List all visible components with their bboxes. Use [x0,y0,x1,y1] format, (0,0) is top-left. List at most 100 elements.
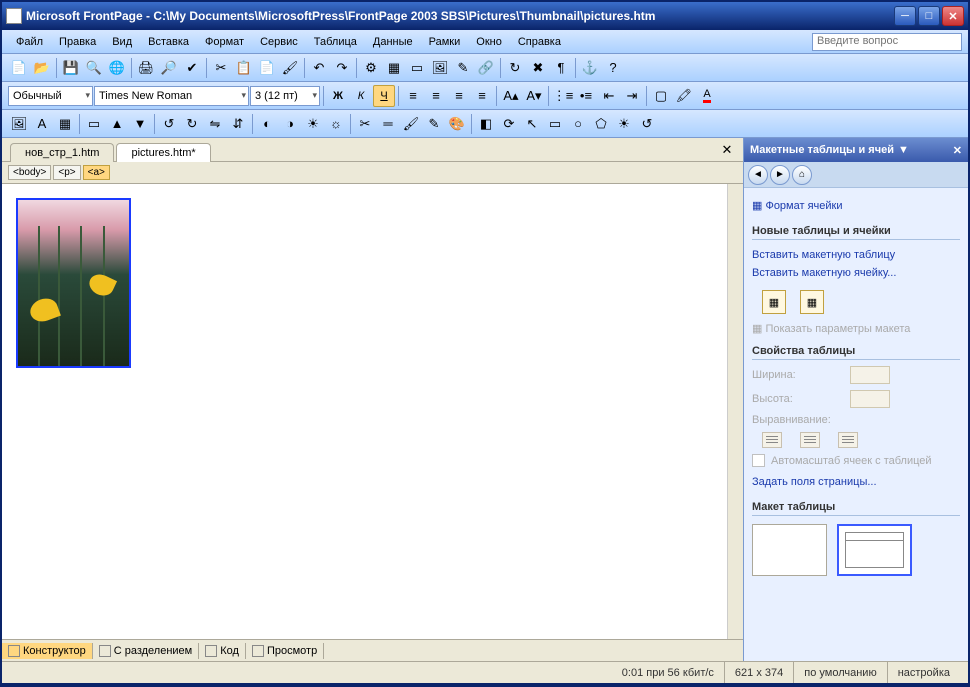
tab-new-page[interactable]: нов_стр_1.htm [10,143,114,162]
menu-window[interactable]: Окно [468,33,510,51]
crop-button[interactable]: ✂ [354,113,376,135]
nav-forward-button[interactable]: ► [770,165,790,185]
menu-file[interactable]: Файл [8,33,51,51]
align-right-button[interactable]: ≡ [448,85,470,107]
spellcheck-button[interactable]: ✔ [181,57,203,79]
status-custom[interactable]: настройка [887,662,960,683]
less-brightness-button[interactable]: ☼ [325,113,347,135]
vertical-scrollbar[interactable] [727,184,743,639]
rect-hotspot-button[interactable]: ▭ [544,113,566,135]
dropdown-icon[interactable]: ▼ [898,144,909,156]
refresh-button[interactable]: ↻ [504,57,526,79]
align-center-button[interactable]: ≡ [425,85,447,107]
menu-view[interactable]: Вид [104,33,140,51]
task-pane-header[interactable]: Макетные таблицы и ячей ▼ ✕ [744,138,968,162]
borders-button[interactable]: ▢ [650,85,672,107]
more-contrast-button[interactable]: ◐ [256,113,278,135]
picture-button[interactable]: 🖼 [429,57,451,79]
view-split[interactable]: С разделением [93,643,200,659]
rotate-left-button[interactable]: ↺ [158,113,180,135]
less-contrast-button[interactable]: ◑ [279,113,301,135]
menu-format[interactable]: Формат [197,33,252,51]
line-style-button[interactable]: ═ [377,113,399,135]
resample-button[interactable]: ⟳ [498,113,520,135]
decrease-indent-button[interactable]: ⇤ [598,85,620,107]
layout-template-1[interactable] [752,524,827,576]
new-button[interactable]: 📄 [8,57,30,79]
drawing-button[interactable]: ✎ [452,57,474,79]
auto-thumbnail-button[interactable]: ▦ [54,113,76,135]
align-justify-button[interactable]: ≡ [471,85,493,107]
redo-button[interactable]: ↷ [331,57,353,79]
menu-help[interactable]: Справка [510,33,569,51]
bold-button[interactable]: Ж [327,85,349,107]
bevel-button[interactable]: ◧ [475,113,497,135]
select-button[interactable]: ↖ [521,113,543,135]
restore-button[interactable]: ↺ [636,113,658,135]
editor-canvas[interactable] [2,184,727,639]
help-button[interactable]: ? [602,57,624,79]
anchor-button[interactable]: ⚓ [579,57,601,79]
print-button[interactable]: 🖨 [135,57,157,79]
font-combo[interactable]: Times New Roman [94,86,249,106]
insert-table-link[interactable]: Вставить макетную таблицу [752,246,960,264]
insert-cell-link[interactable]: Вставить макетную ячейку... [752,264,960,282]
format-picture-button[interactable]: 🖌 [400,113,422,135]
close-button[interactable]: ✕ [942,6,964,26]
style-combo[interactable]: Обычный [8,86,93,106]
tab-pictures[interactable]: pictures.htm* [116,143,210,162]
menu-insert[interactable]: Вставка [140,33,197,51]
maximize-button[interactable]: □ [918,6,940,26]
breadcrumb-a[interactable]: <a> [83,165,110,180]
flip-v-button[interactable]: ⇵ [227,113,249,135]
save-button[interactable]: 💾 [60,57,82,79]
titlebar[interactable]: 🅼 Microsoft FrontPage - C:\My Documents\… [2,2,968,30]
align-left-option[interactable] [762,432,782,448]
cell-format-link[interactable]: ▦ Формат ячейки [752,196,960,215]
insert-picture-button[interactable]: 🖼 [8,113,30,135]
menu-data[interactable]: Данные [365,33,421,51]
font-color-button[interactable]: A [696,85,718,107]
height-input[interactable] [850,390,890,408]
table-button[interactable]: ▦ [383,57,405,79]
help-search-input[interactable] [813,34,961,48]
draw-cell-icon[interactable]: ▦ [800,290,824,314]
align-left-button[interactable]: ≡ [402,85,424,107]
italic-button[interactable]: К [350,85,372,107]
publish-button[interactable]: 🌐 [106,57,128,79]
autoscale-row[interactable]: Автомасштаб ячеек с таблицей [752,454,960,467]
draw-table-icon[interactable]: ▦ [762,290,786,314]
copy-button[interactable]: 📋 [233,57,255,79]
thumbnail-image[interactable] [16,198,131,368]
bring-forward-button[interactable]: ▲ [106,113,128,135]
preview-button[interactable]: 🔎 [158,57,180,79]
menu-frames[interactable]: Рамки [421,33,469,51]
undo-button[interactable]: ↶ [308,57,330,79]
breadcrumb-p[interactable]: <p> [53,165,80,180]
increase-font-button[interactable]: A▴ [500,85,522,107]
nav-back-button[interactable]: ◄ [748,165,768,185]
underline-button[interactable]: Ч [373,85,395,107]
view-code[interactable]: Код [199,643,246,659]
menu-edit[interactable]: Правка [51,33,104,51]
status-default[interactable]: по умолчанию [793,662,886,683]
open-button[interactable]: 📂 [31,57,53,79]
rotate-right-button[interactable]: ↻ [181,113,203,135]
tab-close-button[interactable]: ✕ [719,142,735,158]
bulleted-list-button[interactable]: •≡ [575,85,597,107]
position-abs-button[interactable]: ▭ [83,113,105,135]
hyperlink-button[interactable]: 🔗 [475,57,497,79]
task-pane-close[interactable]: ✕ [953,144,962,157]
show-all-button[interactable]: ¶ [550,57,572,79]
align-right-option[interactable] [838,432,858,448]
format-painter-button[interactable]: 🖌 [279,57,301,79]
size-combo[interactable]: 3 (12 пт) [250,86,320,106]
paste-button[interactable]: 📄 [256,57,278,79]
poly-hotspot-button[interactable]: ⬠ [590,113,612,135]
send-backward-button[interactable]: ▼ [129,113,151,135]
minimize-button[interactable]: ─ [894,6,916,26]
nav-home-button[interactable]: ⌂ [792,165,812,185]
highlight-button[interactable]: 🖍 [673,85,695,107]
circle-hotspot-button[interactable]: ○ [567,113,589,135]
breadcrumb-body[interactable]: <body> [8,165,51,180]
